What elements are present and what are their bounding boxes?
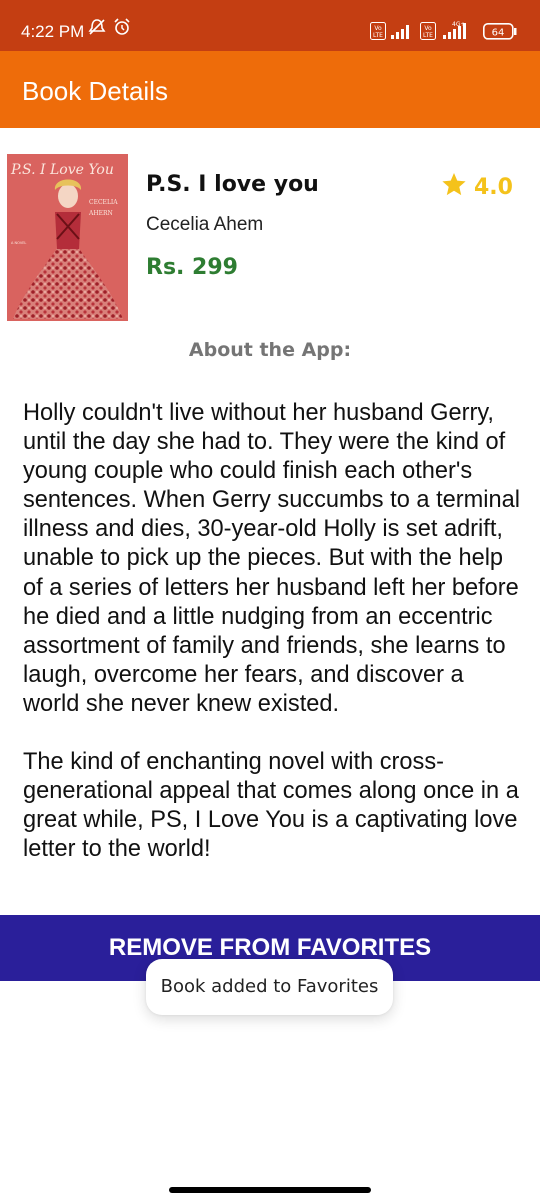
status-bar: 4:22 PM Vo LTE Vo LTE 4G+ 64: [0, 0, 540, 51]
mute-icon: [88, 18, 106, 41]
book-title: P.S. I love you: [146, 172, 319, 197]
book-description: Holly couldn't live without her husband …: [23, 400, 520, 863]
signal-4g-icon: 4G+: [440, 20, 476, 45]
toast-message: Book added to Favorites: [146, 959, 393, 1015]
svg-text:Vo: Vo: [374, 25, 382, 32]
cover-title: P.S. I Love You: [10, 162, 114, 178]
signal-icon: [390, 24, 414, 45]
battery-level: 64: [492, 28, 505, 39]
book-rating: 4.0: [440, 171, 513, 203]
status-time: 4:22 PM: [21, 22, 85, 41]
svg-text:LTE: LTE: [423, 32, 433, 39]
cover-author-first: CECELIA: [89, 199, 118, 206]
svg-text:LTE: LTE: [373, 32, 383, 39]
star-icon: [440, 171, 468, 203]
volte-icon: Vo LTE: [420, 22, 436, 45]
about-heading: About the App:: [188, 339, 352, 361]
alarm-icon: [113, 18, 131, 41]
gesture-nav-handle[interactable]: [169, 1187, 371, 1193]
book-author: Cecelia Ahem: [146, 214, 264, 235]
book-price: Rs. 299: [146, 255, 238, 280]
cover-tag: A NOVEL: [11, 241, 26, 245]
svg-text:Vo: Vo: [424, 25, 432, 32]
volte-icon: Vo LTE: [370, 22, 386, 45]
app-bar: Book Details: [0, 51, 540, 128]
page-title: Book Details: [22, 76, 168, 106]
cover-author-last: AHERN: [88, 210, 113, 217]
battery-icon: 64: [483, 23, 517, 45]
book-cover-image: P.S. I Love You CECELIA AHERN A NOVEL: [7, 154, 128, 321]
rating-value: 4.0: [474, 174, 513, 200]
